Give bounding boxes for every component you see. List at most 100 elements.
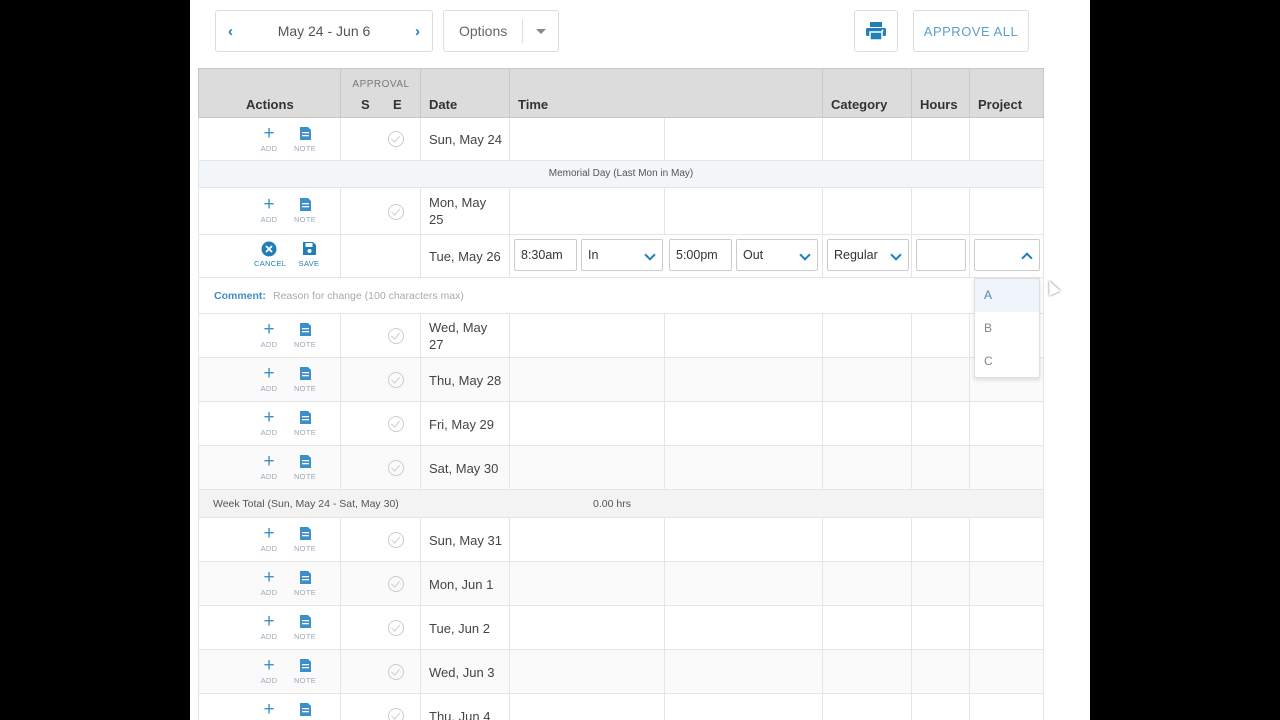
note-button[interactable]: NOTE	[290, 197, 320, 224]
header-category: Category	[823, 69, 912, 119]
header-project: Project	[978, 97, 1023, 112]
cancel-circle-icon	[254, 241, 284, 257]
approval-check-icon[interactable]	[388, 620, 404, 636]
table-row: + ADD NOTE Sun, May 31	[198, 518, 1044, 562]
holiday-banner: Memorial Day (Last Mon in May)	[198, 161, 1044, 188]
note-icon	[290, 454, 320, 470]
note-button[interactable]: NOTE	[290, 614, 320, 641]
approval-check-icon[interactable]	[388, 708, 404, 720]
row-date: Wed, Jun 3	[429, 665, 495, 680]
add-button[interactable]: +ADD	[254, 451, 284, 481]
print-button[interactable]	[854, 10, 898, 52]
options-dropdown[interactable]: Options	[443, 10, 559, 52]
table-header: Actions APPROVAL S E Date Time Category …	[198, 68, 1044, 119]
approval-check-icon[interactable]	[388, 664, 404, 680]
note-icon	[290, 570, 320, 586]
note-button[interactable]: NOTE	[290, 454, 320, 481]
chevron-up-icon	[1021, 252, 1033, 264]
table-row: + ADD NOTE Wed, May 27	[198, 314, 1044, 358]
approval-check-icon[interactable]	[388, 532, 404, 548]
approval-check-icon[interactable]	[388, 372, 404, 388]
project-option-c[interactable]: C	[975, 345, 1039, 378]
note-button[interactable]: NOTE	[290, 410, 320, 437]
plus-icon: +	[263, 655, 275, 676]
approval-label: APPROVAL	[352, 79, 410, 90]
add-button[interactable]: +ADD	[254, 407, 284, 437]
caret-down-icon[interactable]	[522, 19, 558, 43]
note-icon	[290, 410, 320, 426]
note-icon	[290, 614, 320, 630]
category-select[interactable]: Regular	[827, 239, 909, 271]
note-button[interactable]: NOTE	[290, 322, 320, 349]
plus-icon: +	[263, 451, 275, 472]
in-select[interactable]: In	[581, 239, 663, 271]
approval-e-label: E	[393, 97, 402, 112]
approve-all-button[interactable]: APPROVE ALL	[913, 10, 1029, 52]
time-in-field[interactable]: 8:30am	[514, 239, 577, 271]
add-button[interactable]: +ADD	[254, 319, 284, 349]
note-button[interactable]: NOTE	[290, 658, 320, 685]
chevron-down-icon	[799, 249, 811, 261]
note-icon	[290, 658, 320, 674]
note-icon	[290, 322, 320, 338]
add-button[interactable]: +ADD	[254, 567, 284, 597]
note-button[interactable]: NOTE	[290, 366, 320, 393]
approval-check-icon[interactable]	[388, 576, 404, 592]
table-row: + ADD NOTE Sat, May 30	[198, 446, 1044, 490]
approval-s-label: S	[361, 97, 370, 112]
table-row: +ADD NOTE Thu, Jun 4	[198, 694, 1044, 720]
table-row: + ADD NOTE Tue, Jun 2	[198, 606, 1044, 650]
row-date: Sun, May 24	[429, 132, 502, 147]
plus-icon: +	[263, 407, 275, 428]
plus-icon: +	[263, 319, 275, 340]
add-button[interactable]: +ADD	[254, 655, 284, 685]
time-out-field[interactable]: 5:00pm	[669, 239, 732, 271]
note-button[interactable]: NOTE	[290, 570, 320, 597]
week-total-row: Week Total (Sun, May 24 - Sat, May 30) 0…	[198, 490, 1044, 518]
table-row-editing: CANCEL SAVE Tue, May 26 8:30am In 5:00pm…	[198, 235, 1044, 278]
note-button[interactable]: NOTE	[290, 126, 320, 153]
timesheet-page: ‹ May 24 - Jun 6 › Options APPROVE ALL A…	[190, 0, 1090, 720]
approval-check-icon[interactable]	[388, 131, 404, 147]
plus-icon: +	[263, 567, 275, 588]
approval-check-icon[interactable]	[388, 204, 404, 220]
row-date: Mon, May 25	[429, 195, 487, 227]
week-total-value: 0.00 hrs	[593, 498, 631, 510]
note-icon	[290, 197, 320, 213]
approval-check-icon[interactable]	[388, 460, 404, 476]
note-button[interactable]: NOTE	[290, 526, 320, 553]
table-row: + ADD NOTE Mon, May 25	[198, 188, 1044, 235]
table-row: + ADD NOTE Fri, May 29	[198, 402, 1044, 446]
floppy-disk-icon	[294, 241, 324, 257]
header-approval: APPROVAL S E	[341, 69, 421, 119]
add-button[interactable]: +ADD	[254, 195, 284, 224]
project-select[interactable]	[974, 239, 1040, 271]
add-button[interactable]: +ADD	[254, 523, 284, 553]
out-select[interactable]: Out	[736, 239, 818, 271]
plus-icon: +	[263, 523, 275, 544]
mouse-cursor-icon	[1043, 278, 1061, 296]
date-range-navigator: ‹ May 24 - Jun 6 ›	[215, 10, 433, 52]
add-button[interactable]: +ADD	[254, 700, 284, 720]
project-option-b[interactable]: B	[975, 312, 1039, 345]
hours-input[interactable]	[916, 239, 966, 271]
cancel-button[interactable]: CANCEL	[254, 241, 286, 268]
plus-icon: +	[263, 363, 275, 384]
project-option-a[interactable]: A	[975, 279, 1039, 312]
add-button[interactable]: +ADD	[254, 611, 284, 641]
options-label: Options	[459, 23, 508, 39]
add-button[interactable]: +ADD	[254, 124, 284, 153]
comment-input[interactable]: Reason for change (100 characters max)	[273, 290, 464, 302]
chevron-left-icon[interactable]: ‹	[228, 23, 233, 40]
plus-icon: +	[263, 611, 275, 632]
save-button[interactable]: SAVE	[294, 241, 324, 268]
row-date: Thu, May 28	[429, 373, 502, 388]
note-button[interactable]: NOTE	[290, 702, 320, 720]
row-date: Wed, May 27	[429, 320, 488, 352]
approval-check-icon[interactable]	[388, 328, 404, 344]
approval-check-icon[interactable]	[388, 416, 404, 432]
row-date: Tue, Jun 2	[429, 621, 490, 636]
note-icon	[290, 526, 320, 542]
chevron-right-icon[interactable]: ›	[415, 23, 420, 40]
add-button[interactable]: +ADD	[254, 363, 284, 393]
